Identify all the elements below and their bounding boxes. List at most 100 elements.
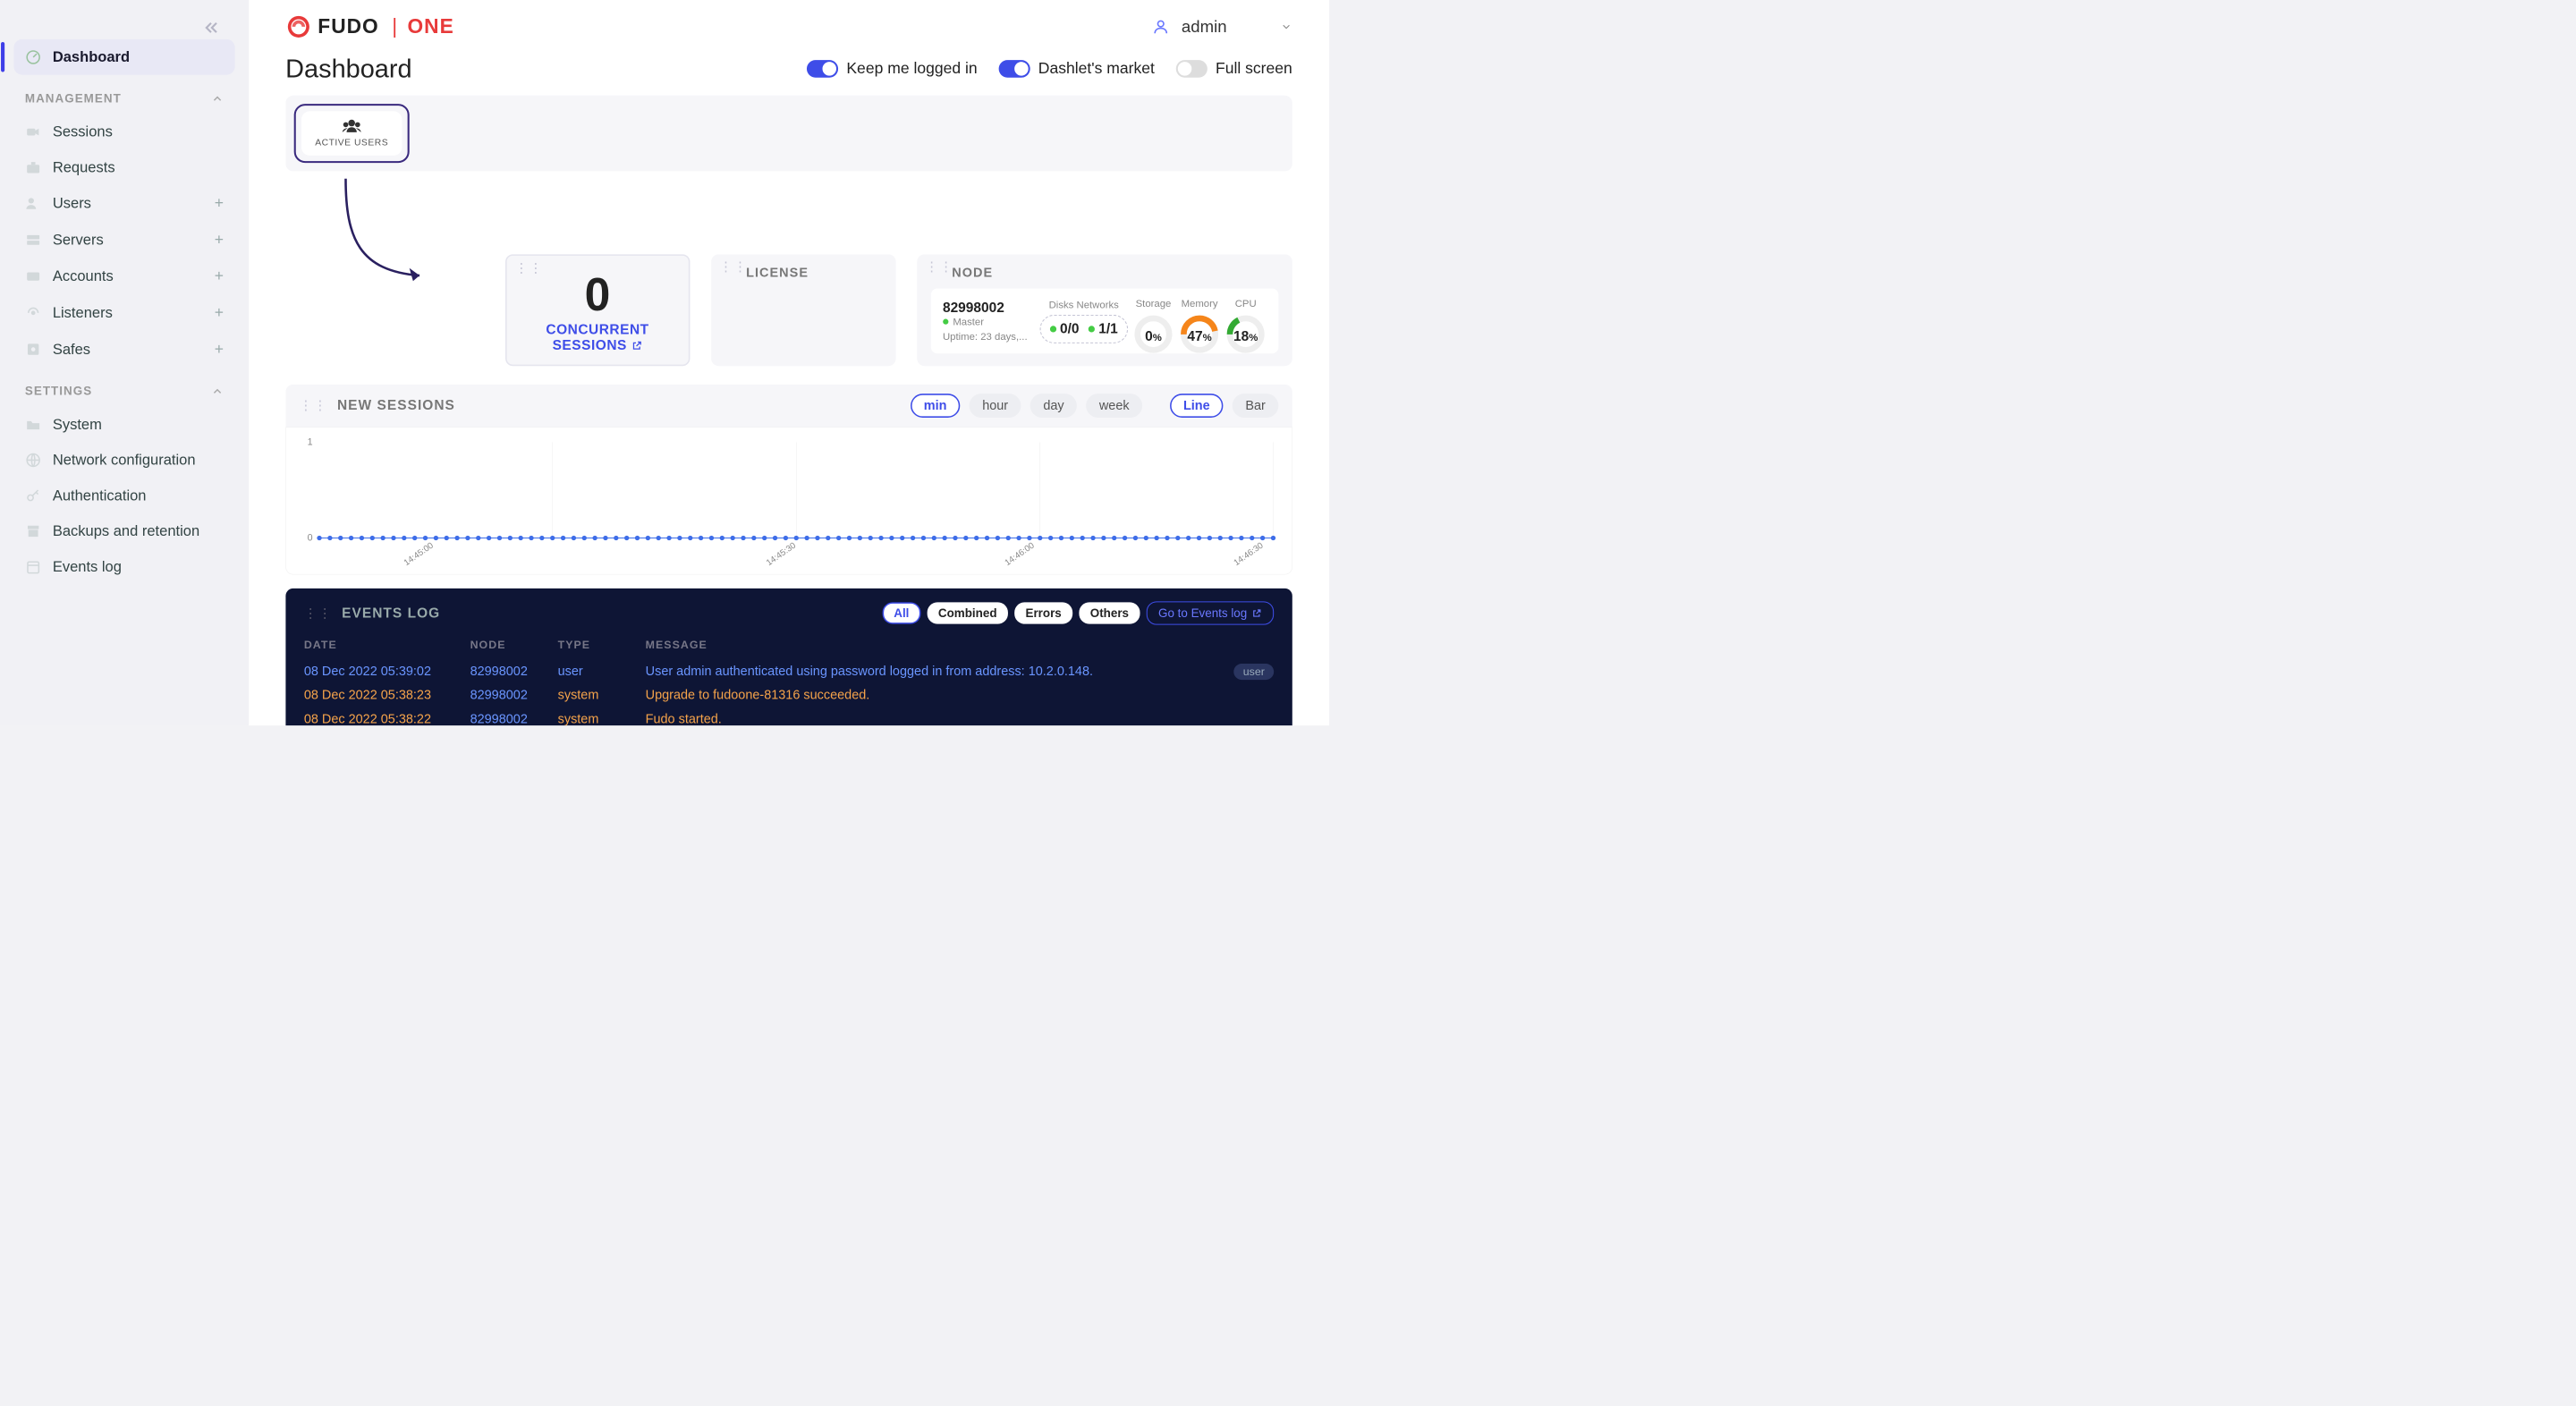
mode-line[interactable]: Line: [1170, 394, 1224, 418]
card-license[interactable]: ⋮⋮ LICENSE: [711, 254, 895, 366]
switch-icon: [807, 60, 838, 78]
cell-message: User admin authenticated using password …: [646, 659, 1209, 683]
drag-handle-icon[interactable]: ⋮⋮: [515, 266, 544, 270]
drag-handle-icon[interactable]: ⋮⋮: [300, 403, 328, 408]
cell-message: Upgrade to fudoone-81316 succeeded.: [646, 683, 1209, 707]
sidebar-item-label: Sessions: [53, 123, 113, 140]
filter-all[interactable]: All: [882, 602, 920, 623]
sidebar-section-management[interactable]: MANAGEMENT: [13, 75, 234, 114]
add-server-button[interactable]: +: [215, 231, 224, 249]
line-chart: 0114:45:0014:45:3014:46:0014:46:30: [295, 436, 1283, 572]
svg-text:1: 1: [307, 437, 312, 448]
card-node[interactable]: ⋮⋮ NODE 82998002 Master Uptime: 23 days,…: [917, 254, 1292, 366]
range-hour[interactable]: hour: [970, 394, 1021, 418]
drag-handle-icon[interactable]: ⋮⋮: [925, 265, 953, 269]
archive-icon: [25, 522, 42, 539]
external-link-icon: [1251, 608, 1261, 618]
users-group-icon: [342, 119, 362, 132]
sidebar-item-label: Servers: [53, 232, 104, 249]
external-link-icon[interactable]: [631, 340, 642, 351]
mode-bar[interactable]: Bar: [1233, 394, 1278, 418]
range-day[interactable]: day: [1030, 394, 1077, 418]
events-table: DATE NODE TYPE MESSAGE 08 Dec 2022 05:39…: [304, 636, 1274, 725]
filter-combined[interactable]: Combined: [928, 602, 1008, 623]
table-row[interactable]: 08 Dec 2022 05:38:2282998002systemFudo s…: [304, 707, 1274, 726]
metric-storage: Storage 0%: [1132, 298, 1174, 344]
metric-disks-networks: Disks Networks 0/0 1/1: [1039, 299, 1128, 343]
table-row[interactable]: 08 Dec 2022 05:38:2382998002systemUpgrad…: [304, 683, 1274, 707]
cell-node: 82998002: [470, 683, 558, 707]
sidebar-item-label: Accounts: [53, 267, 114, 284]
table-row[interactable]: 08 Dec 2022 05:39:0282998002userUser adm…: [304, 659, 1274, 683]
sidebar-item-servers[interactable]: Servers +: [13, 222, 234, 258]
col-type: TYPE: [558, 636, 646, 659]
sidebar: Dashboard MANAGEMENT Sessions Requests U…: [0, 0, 249, 725]
events-filters: All Combined Errors Others Go to Events …: [882, 601, 1274, 624]
filter-errors[interactable]: Errors: [1014, 602, 1072, 623]
user-menu[interactable]: admin: [1152, 17, 1292, 37]
panel-title: EVENTS LOG: [342, 606, 440, 622]
sidebar-item-system[interactable]: System: [13, 407, 234, 443]
sidebar-item-safes[interactable]: Safes +: [13, 331, 234, 368]
add-account-button[interactable]: +: [215, 267, 224, 285]
toggle-keep-logged-in[interactable]: Keep me logged in: [807, 60, 978, 78]
cell-type: system: [558, 683, 646, 707]
sidebar-item-label: Backups and retention: [53, 522, 199, 539]
page-title: Dashboard: [285, 54, 411, 84]
filter-others[interactable]: Others: [1079, 602, 1140, 623]
sidebar-item-backups[interactable]: Backups and retention: [13, 513, 234, 549]
new-sessions-chart: 0114:45:0014:45:3014:46:0014:46:30: [285, 427, 1292, 574]
camera-icon: [25, 123, 42, 140]
cell-type: system: [558, 707, 646, 726]
metric-cpu: CPU 18%: [1224, 298, 1266, 344]
goto-events-log-button[interactable]: Go to Events log: [1147, 601, 1275, 624]
calendar-icon: [25, 558, 42, 575]
add-listener-button[interactable]: +: [215, 304, 224, 322]
server-icon: [25, 232, 42, 249]
sidebar-item-sessions[interactable]: Sessions: [13, 114, 234, 149]
col-date: DATE: [304, 636, 470, 659]
sidebar-item-users[interactable]: Users +: [13, 185, 234, 222]
cell-node: 82998002: [470, 707, 558, 726]
sidebar-item-label: Listeners: [53, 304, 113, 321]
sidebar-item-accounts[interactable]: Accounts +: [13, 258, 234, 294]
sidebar-item-label: Safes: [53, 341, 90, 358]
sidebar-item-label: Users: [53, 195, 91, 212]
card-concurrent-sessions[interactable]: ⋮⋮ 0 CONCURRENT SESSIONS: [505, 254, 690, 366]
disks-value: 0/0: [1050, 321, 1080, 337]
sidebar-collapse-button[interactable]: [13, 19, 234, 39]
main-content: FUDO | ONE admin Dashboard Keep me logge…: [249, 0, 1329, 725]
callout-arrow-icon: [332, 174, 434, 294]
range-min[interactable]: min: [911, 394, 961, 418]
sidebar-section-settings[interactable]: SETTINGS: [13, 368, 234, 407]
range-selector: min hour day week Line Bar: [911, 394, 1279, 418]
panel-title: NEW SESSIONS: [337, 398, 455, 414]
type-badge: user: [1233, 664, 1274, 680]
svg-text:14:45:00: 14:45:00: [402, 541, 436, 569]
add-user-button[interactable]: +: [215, 194, 224, 212]
drag-handle-icon[interactable]: ⋮⋮: [304, 611, 333, 615]
sidebar-item-network[interactable]: Network configuration: [13, 442, 234, 478]
fudo-logo-icon: [285, 13, 311, 39]
drag-handle-icon[interactable]: ⋮⋮: [719, 265, 748, 269]
dashboard-header: Dashboard Keep me logged in Dashlet's ma…: [285, 54, 1292, 84]
range-week[interactable]: week: [1086, 394, 1142, 418]
cell-node: 82998002: [470, 659, 558, 683]
cell-date: 08 Dec 2022 05:38:22: [304, 707, 470, 726]
safe-icon: [25, 341, 42, 358]
sidebar-item-requests[interactable]: Requests: [13, 149, 234, 185]
cell-type: user: [558, 659, 646, 683]
toggle-dashlets-market[interactable]: Dashlet's market: [998, 60, 1154, 78]
sidebar-item-listeners[interactable]: Listeners +: [13, 294, 234, 331]
sidebar-item-auth[interactable]: Authentication: [13, 478, 234, 513]
sidebar-item-dashboard[interactable]: Dashboard: [13, 39, 234, 75]
add-safe-button[interactable]: +: [215, 340, 224, 358]
chevron-down-icon: [1280, 21, 1292, 32]
chevrons-left-icon: [202, 19, 221, 38]
dashlet-active-users[interactable]: ACTIVE USERS: [293, 104, 409, 163]
broadcast-icon: [25, 304, 42, 321]
network-icon: [25, 452, 42, 469]
toggle-full-screen[interactable]: Full screen: [1176, 60, 1292, 78]
sidebar-item-eventslog[interactable]: Events log: [13, 549, 234, 585]
sidebar-item-label: System: [53, 416, 102, 433]
